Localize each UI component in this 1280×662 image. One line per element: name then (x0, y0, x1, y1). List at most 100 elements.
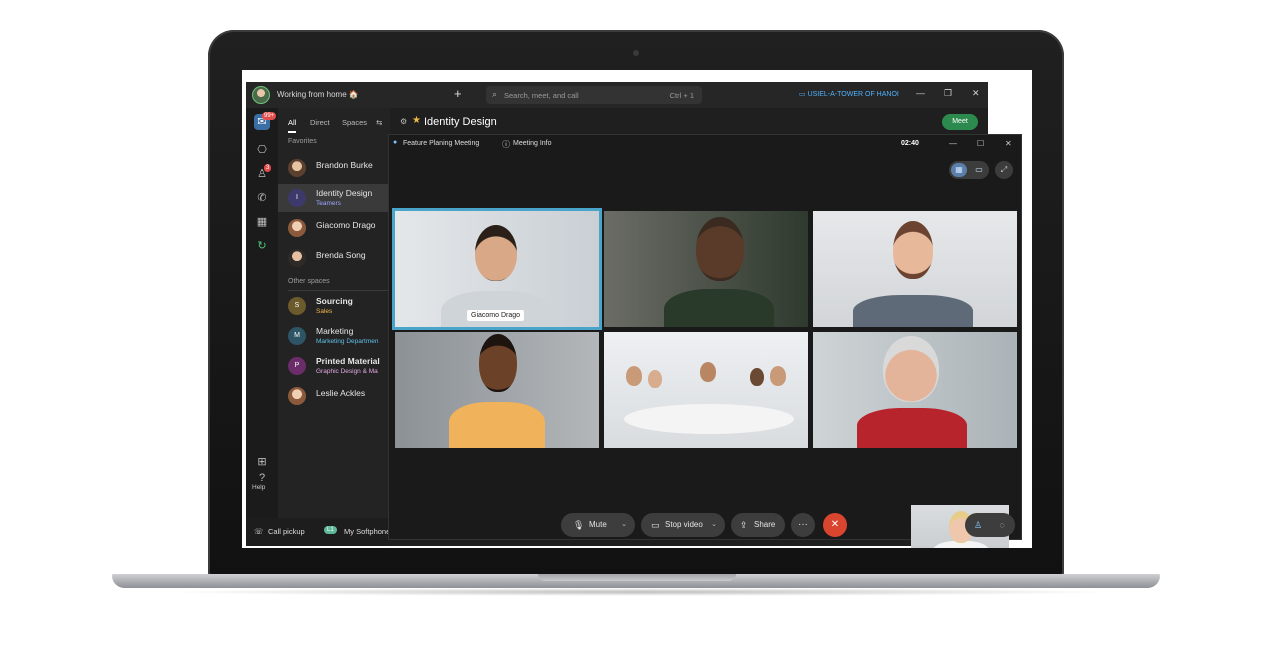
apps-grid-icon[interactable]: ⊞ (254, 454, 270, 470)
list-item-name: Identity Design (316, 188, 373, 198)
person-head (700, 362, 716, 382)
filter-icon[interactable]: ⇆ (376, 118, 382, 127)
info-icon: ⓘ (502, 140, 510, 149)
video-tile[interactable] (604, 211, 808, 327)
meet-button[interactable]: Meet (942, 114, 978, 130)
meeting-controls: 🎙 Mute ⌄ ▭ Stop video ⌄ ⇪ Share ··· ✕ ♙ … (389, 511, 1021, 539)
list-item-name: Giacomo Drago (316, 220, 376, 230)
avatar (288, 219, 306, 237)
close-icon[interactable]: ✕ (1005, 139, 1012, 148)
search-input[interactable]: ⌕ Search, meet, and call Ctrl + 1 (486, 86, 702, 104)
minimize-icon[interactable]: — (916, 88, 925, 98)
bottom-bar: ☏ Call pickup L1 My Softphone (246, 518, 390, 546)
divider (288, 290, 388, 291)
video-tile[interactable] (813, 332, 1017, 448)
list-item-sub: Teamers (316, 200, 341, 207)
person-body (664, 289, 774, 327)
sync-icon[interactable]: ↻ (254, 238, 270, 254)
messages-badge: 99+ (262, 112, 277, 120)
avatar: I (288, 189, 306, 207)
list-item-name: Brenda Song (316, 250, 366, 260)
mute-button[interactable]: 🎙 Mute ⌄ (561, 513, 635, 537)
share-button[interactable]: ⇪ Share (731, 513, 785, 537)
participants-icon[interactable]: ♙ (966, 513, 990, 537)
calendar-icon[interactable]: ▦ (254, 214, 270, 230)
new-item-button[interactable]: + (454, 86, 462, 101)
contacts-badge: 3 (264, 164, 272, 172)
call-pickup-icon: ☏ (254, 527, 264, 536)
person-head (479, 334, 517, 392)
person-head (648, 370, 662, 388)
chat-icon[interactable]: ◌ (990, 513, 1014, 537)
list-item[interactable]: Brandon Burke (278, 154, 390, 182)
list-item-sub: Graphic Design & Ma (316, 368, 378, 375)
grid-view-icon[interactable]: ▦ (951, 163, 967, 177)
laptop-notch (538, 574, 736, 581)
video-tile[interactable] (395, 332, 599, 448)
layout-toggle[interactable]: ▦ ▭ (949, 161, 989, 179)
call-pickup-button[interactable]: Call pickup (268, 527, 305, 536)
person-head (475, 225, 517, 281)
location-label: USIEL-A-TOWER OF HANOI (807, 91, 899, 98)
person-head (893, 221, 933, 279)
video-tile[interactable] (604, 332, 808, 448)
list-item-name: Printed Material (316, 356, 380, 366)
avatar (288, 159, 306, 177)
more-options-button[interactable]: ··· (791, 513, 815, 537)
chevron-down-icon[interactable]: ⌄ (621, 513, 627, 537)
avatar (288, 387, 306, 405)
list-item[interactable]: Leslie Ackles (278, 382, 390, 410)
person-head (883, 336, 939, 402)
list-item-sub: Marketing Departmen (316, 338, 379, 345)
minimize-icon[interactable]: — (949, 139, 957, 148)
list-item[interactable]: M Marketing Marketing Departmen (278, 322, 390, 350)
list-item[interactable]: S Sourcing Sales (278, 292, 390, 320)
video-tile[interactable] (813, 211, 1017, 327)
tab-spaces[interactable]: Spaces (342, 118, 367, 127)
teams-icon[interactable]: ⎔ (254, 142, 270, 158)
softphone-button[interactable]: My Softphone (344, 527, 390, 536)
avatar: M (288, 327, 306, 345)
list-item-name: Marketing (316, 326, 354, 336)
chevron-down-icon[interactable]: ⌄ (711, 513, 717, 537)
my-avatar[interactable] (252, 86, 270, 104)
calls-icon[interactable]: ✆ (254, 190, 270, 206)
location-link[interactable]: ▭ USIEL-A-TOWER OF HANOI (799, 90, 899, 98)
search-icon: ⌕ (492, 89, 498, 99)
stop-video-button[interactable]: ▭ Stop video ⌄ (641, 513, 725, 537)
avatar: P (288, 357, 306, 375)
meeting-title: Feature Planing Meeting (403, 140, 480, 147)
person-head (750, 368, 764, 386)
meeting-window: ● Feature Planing Meeting ⓘ Meeting Info… (388, 134, 1022, 548)
meeting-titlebar: ● Feature Planing Meeting ⓘ Meeting Info… (389, 135, 1021, 153)
tab-direct[interactable]: Direct (310, 118, 330, 127)
list-tabs: All Direct Spaces ⇆ (278, 118, 390, 133)
maximize-icon[interactable]: ☐ (977, 139, 984, 148)
search-shortcut: Ctrl + 1 (669, 91, 694, 100)
list-item[interactable]: I Identity Design Teamers (278, 184, 390, 212)
star-icon[interactable]: ★ (412, 115, 421, 126)
close-icon[interactable]: ✕ (972, 88, 980, 99)
avatar: S (288, 297, 306, 315)
favorites-label: Favorites (288, 138, 317, 145)
list-item[interactable]: Giacomo Drago (278, 214, 390, 242)
maximize-icon[interactable]: ❐ (944, 88, 952, 99)
end-call-button[interactable]: ✕ (823, 513, 847, 537)
app-titlebar: Working from home 🏠 + ⌕ Search, meet, an… (246, 82, 988, 108)
list-item-sub: Sales (316, 308, 333, 315)
conference-table (624, 404, 794, 434)
participant-name-tag: Giacomo Drago (467, 310, 525, 321)
status-text[interactable]: Working from home 🏠 (277, 90, 359, 99)
video-camera-icon: ▭ (651, 520, 660, 530)
tab-all[interactable]: All (288, 118, 297, 133)
list-item[interactable]: Brenda Song (278, 244, 390, 272)
person-body (441, 291, 551, 327)
search-placeholder: Search, meet, and call (504, 91, 579, 100)
fullscreen-icon[interactable]: ⤢ (995, 161, 1013, 179)
list-item[interactable]: P Printed Material Graphic Design & Ma (278, 352, 390, 380)
settings-icon[interactable]: ⚙ (400, 117, 407, 126)
video-tile-giacomo[interactable]: Giacomo Drago (392, 208, 602, 330)
webex-logo-icon: ● (393, 139, 398, 146)
meeting-info-link[interactable]: Meeting Info (513, 140, 552, 147)
stage-view-icon[interactable]: ▭ (971, 163, 987, 177)
